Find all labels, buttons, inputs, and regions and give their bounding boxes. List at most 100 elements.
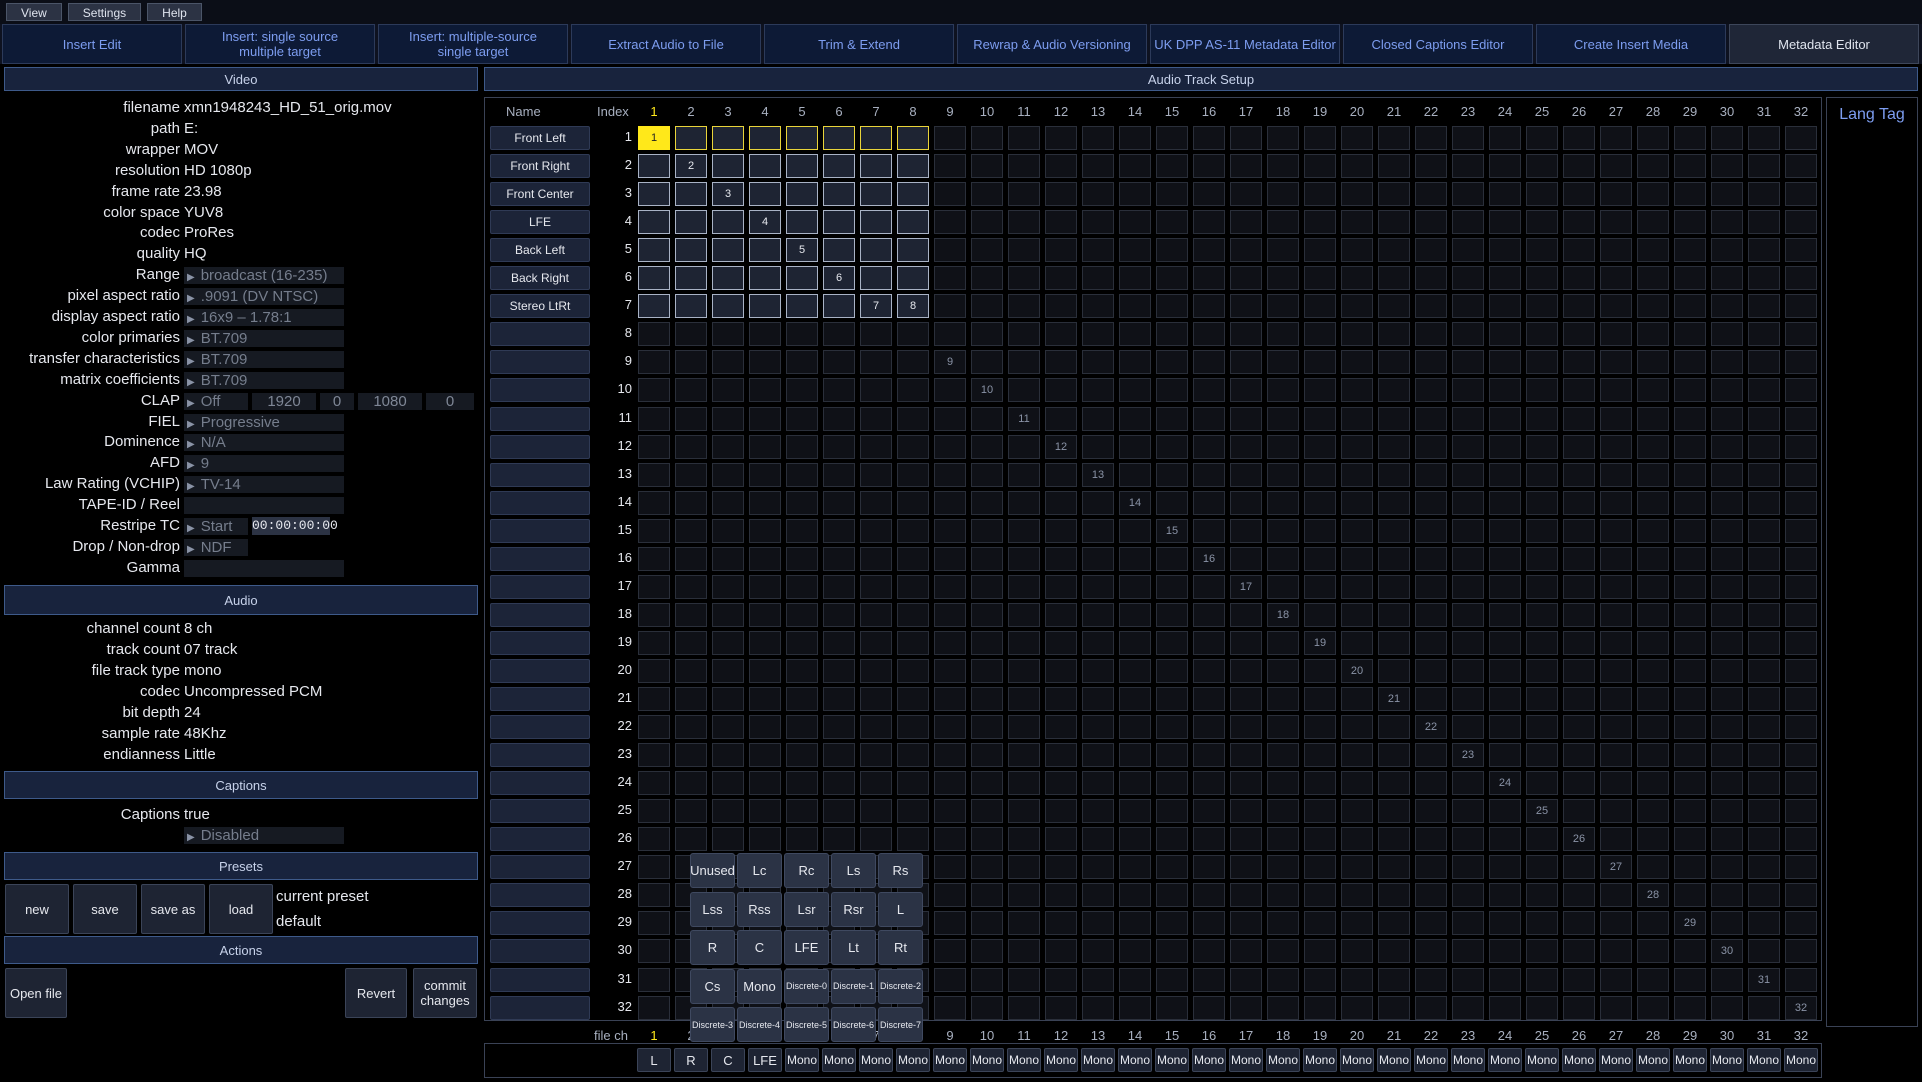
grid-cell[interactable] <box>1600 434 1632 459</box>
diagonal-grid-cell[interactable]: 13 <box>1082 462 1114 487</box>
grid-cell[interactable] <box>1008 602 1040 627</box>
grid-cell[interactable] <box>1711 266 1743 291</box>
grid-cell[interactable] <box>1008 266 1040 291</box>
grid-cell[interactable] <box>1008 799 1040 824</box>
grid-cell[interactable] <box>1267 238 1299 263</box>
diagonal-grid-cell[interactable]: 16 <box>1193 546 1225 571</box>
grid-cell[interactable] <box>1304 855 1336 880</box>
grid-cell[interactable] <box>712 630 744 655</box>
video-field-dropdown[interactable]: ▶ BT.709 <box>184 329 344 347</box>
grid-cell[interactable] <box>749 266 781 291</box>
grid-cell[interactable] <box>1156 434 1188 459</box>
grid-cell[interactable] <box>1378 771 1410 796</box>
grid-cell[interactable] <box>1489 995 1521 1020</box>
grid-cell[interactable] <box>1711 602 1743 627</box>
grid-cell[interactable] <box>1304 266 1336 291</box>
grid-cell[interactable] <box>1452 855 1484 880</box>
grid-cell[interactable] <box>1452 238 1484 263</box>
grid-cell[interactable] <box>1230 687 1262 711</box>
grid-cell[interactable] <box>1563 322 1595 347</box>
grid-cell[interactable] <box>675 827 707 852</box>
grid-cell[interactable] <box>1489 294 1521 319</box>
grid-cell[interactable] <box>1341 799 1373 824</box>
grid-cell[interactable] <box>1674 630 1706 655</box>
grid-cell[interactable] <box>971 182 1003 207</box>
grid-cell[interactable] <box>1452 715 1484 740</box>
grid-cell[interactable] <box>1637 406 1669 431</box>
grid-cell[interactable] <box>1526 827 1558 852</box>
grid-cell[interactable] <box>1452 294 1484 319</box>
grid-cell[interactable] <box>1489 210 1521 235</box>
grid-cell[interactable] <box>1674 827 1706 852</box>
grid-cell[interactable] <box>1748 182 1780 207</box>
grid-cell[interactable] <box>1563 266 1595 291</box>
grid-cell[interactable] <box>1230 743 1262 768</box>
grid-cell[interactable] <box>1600 939 1632 964</box>
grid-cell[interactable] <box>1193 602 1225 627</box>
grid-cell[interactable] <box>786 827 818 852</box>
grid-cell[interactable] <box>749 154 781 179</box>
video-field-dropdown[interactable]: ▶ 9 <box>184 455 344 473</box>
grid-cell[interactable] <box>749 743 781 768</box>
grid-cell[interactable] <box>1230 210 1262 235</box>
grid-cell[interactable] <box>897 715 929 740</box>
grid-cell[interactable] <box>1119 855 1151 880</box>
diagonal-grid-cell[interactable]: 9 <box>934 350 966 375</box>
grid-cell[interactable] <box>1082 574 1114 599</box>
grid-cell[interactable] <box>749 630 781 655</box>
grid-cell[interactable] <box>1674 266 1706 291</box>
grid-cell[interactable] <box>897 687 929 711</box>
channel-role-palette-button[interactable]: Rt <box>878 930 923 965</box>
grid-cell[interactable] <box>1267 855 1299 880</box>
grid-cell[interactable] <box>1637 743 1669 768</box>
grid-cell[interactable] <box>1045 210 1077 235</box>
grid-cell[interactable] <box>1008 630 1040 655</box>
grid-cell[interactable] <box>1637 210 1669 235</box>
grid-cell[interactable] <box>1119 630 1151 655</box>
grid-cell[interactable] <box>1674 238 1706 263</box>
grid-cell[interactable] <box>1082 154 1114 179</box>
grid-cell[interactable] <box>1193 462 1225 487</box>
grid-cell[interactable] <box>934 630 966 655</box>
grid-cell[interactable] <box>638 827 670 852</box>
grid-cell[interactable] <box>1304 546 1336 571</box>
grid-cell[interactable] <box>971 630 1003 655</box>
grid-cell[interactable] <box>749 238 781 263</box>
grid-cell[interactable] <box>971 322 1003 347</box>
grid-cell[interactable] <box>1711 434 1743 459</box>
grid-cell[interactable] <box>1785 238 1817 263</box>
grid-cell[interactable] <box>712 462 744 487</box>
grid-cell[interactable] <box>1193 883 1225 908</box>
grid-cell[interactable] <box>1674 378 1706 403</box>
grid-cell[interactable] <box>1304 182 1336 207</box>
grid-cell[interactable] <box>1193 518 1225 543</box>
grid-cell[interactable] <box>1415 322 1447 347</box>
track-name-button[interactable]: Back Left <box>490 238 590 263</box>
grid-cell[interactable] <box>786 126 818 150</box>
grid-cell[interactable] <box>1304 602 1336 627</box>
channel-role-palette-button[interactable]: L <box>878 891 923 927</box>
grid-cell[interactable] <box>1674 518 1706 543</box>
grid-cell[interactable] <box>1341 406 1373 431</box>
grid-cell[interactable] <box>1600 995 1632 1020</box>
grid-cell[interactable] <box>1045 350 1077 375</box>
grid-cell[interactable] <box>1008 518 1040 543</box>
grid-cell[interactable] <box>1674 967 1706 992</box>
empty-track-name-button[interactable] <box>490 322 590 347</box>
grid-cell[interactable] <box>860 210 892 235</box>
grid-cell[interactable] <box>1378 294 1410 319</box>
grid-cell[interactable] <box>1341 546 1373 571</box>
grid-cell[interactable] <box>1045 294 1077 319</box>
grid-cell[interactable] <box>1563 574 1595 599</box>
grid-cell[interactable] <box>1045 182 1077 207</box>
grid-cell[interactable] <box>1341 827 1373 852</box>
grid-cell[interactable] <box>675 715 707 740</box>
empty-track-name-button[interactable] <box>490 658 590 683</box>
grid-cell[interactable] <box>1415 490 1447 515</box>
grid-cell[interactable] <box>1008 911 1040 936</box>
grid-cell[interactable] <box>1193 434 1225 459</box>
grid-cell[interactable] <box>1156 266 1188 291</box>
grid-cell[interactable] <box>1045 799 1077 824</box>
grid-cell[interactable] <box>1082 883 1114 908</box>
grid-cell[interactable] <box>712 210 744 235</box>
